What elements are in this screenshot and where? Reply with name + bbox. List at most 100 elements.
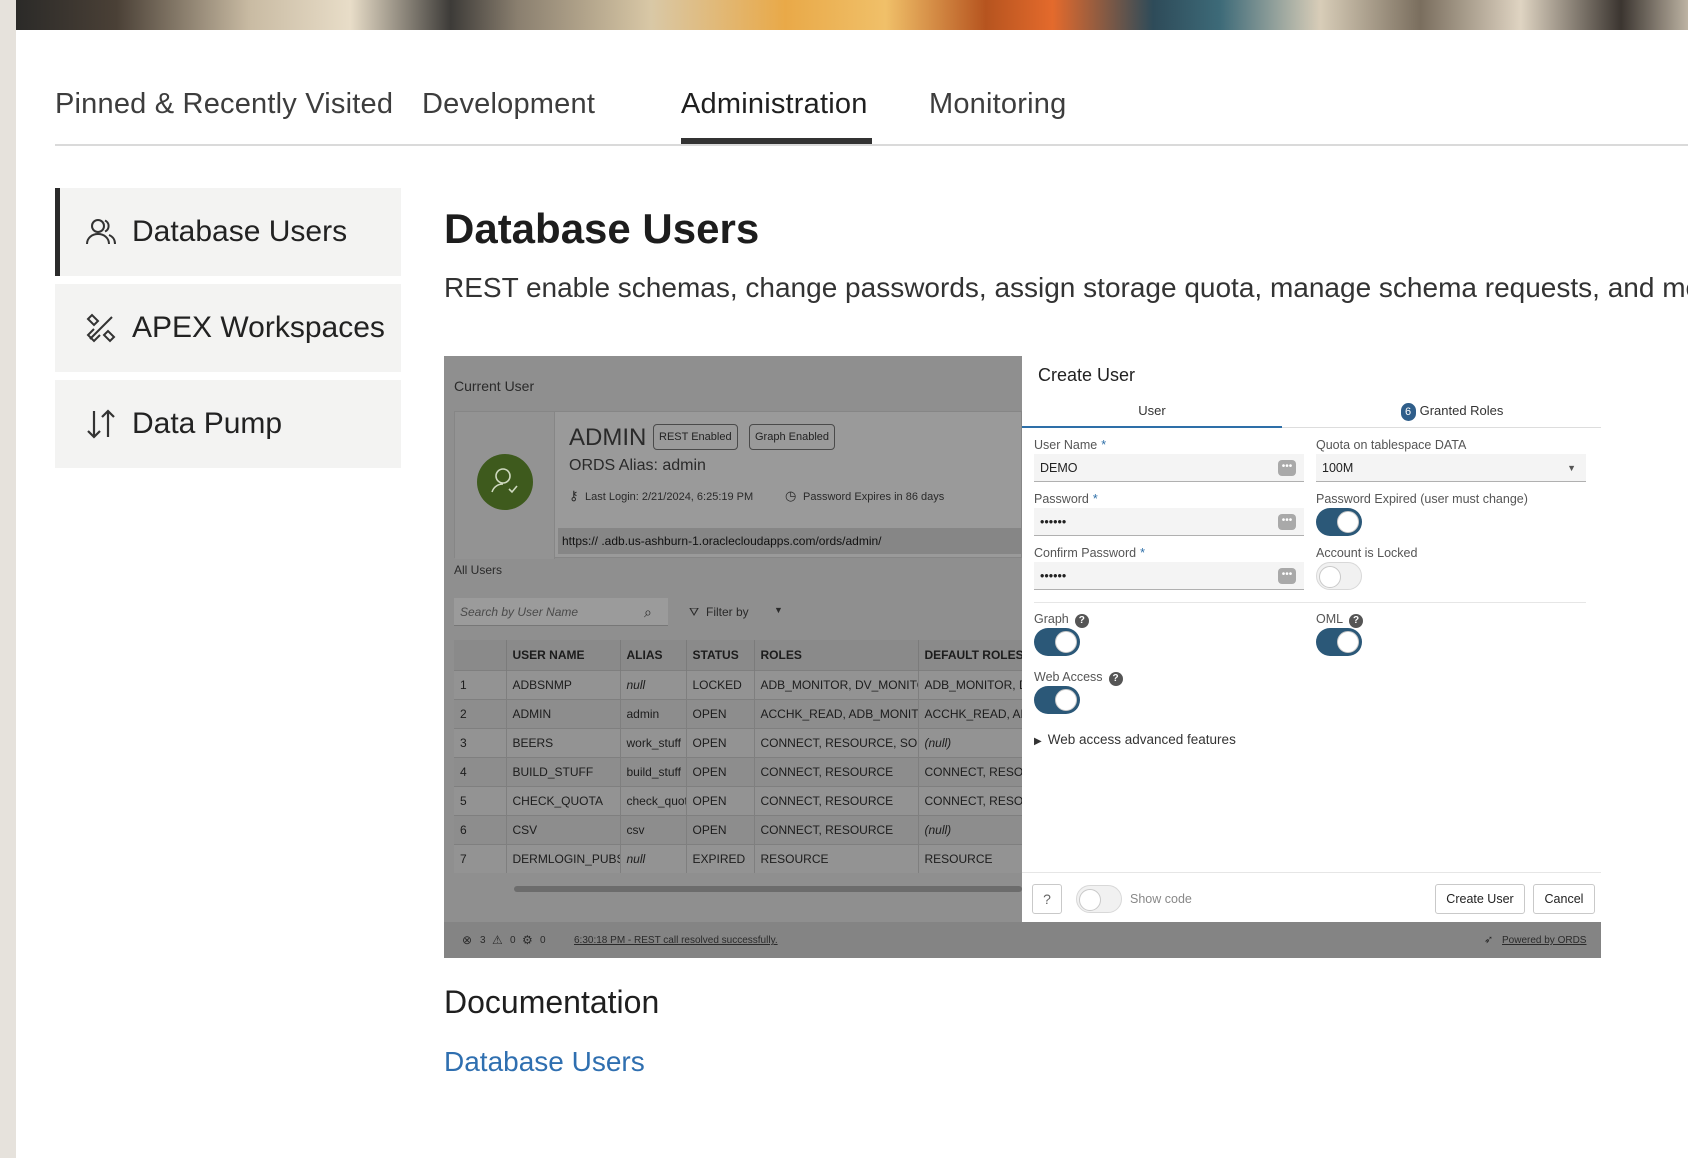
password-expired-toggle[interactable]: [1316, 508, 1362, 536]
user-url: https:// .adb.us-ashburn-1.oraclecloudap…: [558, 528, 1022, 554]
all-users-label: All Users: [454, 563, 503, 577]
help-icon: ?: [1074, 614, 1089, 628]
users-icon: [86, 219, 116, 245]
key-icon: ⚷: [569, 488, 579, 503]
sidebar-item-label: Data Pump: [132, 407, 283, 440]
users-table-body: 1 ADBSNMP null LOCKED ADB_MONITOR, DV_MONITO…: [454, 669, 1023, 873]
warning-count: 0: [510, 935, 516, 946]
help-icon: ?: [1349, 614, 1364, 628]
help-button[interactable]: ?: [1032, 884, 1062, 914]
tab-development[interactable]: Development: [422, 88, 595, 121]
dimmed-users-page: Current User ADMIN REST Enabled Graph En…: [444, 356, 1023, 922]
password-expired-label: Password Expired (user must change): [1316, 492, 1528, 506]
user-name-field[interactable]: DEMO •••: [1034, 454, 1304, 482]
table-cell: OPEN: [686, 785, 755, 815]
table-row: 1 ADBSNMP null LOCKED ADB_MONITOR, DV_MONITO…: [454, 669, 1023, 699]
table-cell: BEERS: [506, 727, 621, 757]
current-user-label: Current User: [454, 378, 535, 394]
graph-label: Graph?: [1034, 612, 1089, 628]
tab-pinned-recent[interactable]: Pinned & Recently Visited: [55, 88, 393, 121]
table-cell: CONNECT, RESOURCE, SODA_APP: [754, 727, 919, 757]
table-cell: 3: [454, 727, 507, 757]
create-user-button[interactable]: Create User: [1435, 884, 1525, 914]
top-tabs: Pinned & Recently Visited Development Ad…: [55, 60, 1688, 146]
table-cell: admin: [620, 698, 687, 728]
status-message: 6:30:18 PM - REST call resolved successf…: [574, 935, 778, 946]
oml-label: OML?: [1316, 612, 1364, 628]
tab-user-label: User: [1138, 403, 1166, 418]
table-cell: CONNECT, RESOURCE: [754, 785, 919, 815]
filter-by-label: Filter by: [706, 605, 749, 619]
more-icon[interactable]: •••: [1278, 514, 1296, 530]
show-code-toggle[interactable]: [1076, 885, 1122, 913]
graph-toggle[interactable]: [1034, 628, 1080, 656]
web-access-advanced-toggle[interactable]: ▶ Web access advanced features: [1034, 732, 1236, 747]
oml-toggle[interactable]: [1316, 628, 1362, 656]
error-icon: ⊗: [462, 933, 473, 947]
tab-monitoring[interactable]: Monitoring: [929, 88, 1066, 121]
documentation-link-database-users[interactable]: Database Users: [444, 1046, 645, 1078]
divider: [1034, 602, 1586, 603]
column-header: ROLES: [754, 640, 919, 670]
table-cell: ADMIN: [506, 698, 621, 728]
current-user-name: ADMIN: [569, 424, 647, 451]
table-cell: (null): [918, 727, 1023, 757]
user-icon: [491, 468, 518, 494]
more-icon[interactable]: •••: [1278, 568, 1296, 584]
tab-granted-roles-label: Granted Roles: [1419, 403, 1504, 418]
tools-icon: [86, 313, 116, 343]
last-login: Last Login: 2/21/2024, 6:25:19 PM: [585, 491, 754, 503]
tab-user[interactable]: User: [1022, 394, 1282, 428]
password-expiry: Password Expires in 86 days: [803, 491, 945, 503]
table-cell: ADB_MONITOR, DV_MONITOR: [754, 669, 919, 699]
web-access-toggle[interactable]: [1034, 686, 1080, 714]
table-row: 7 DERMLOGIN_PUBS null EXPIRED RESOURCE RESOUR…: [454, 843, 1023, 873]
warning-icon: ⚠: [492, 933, 503, 947]
table-cell: CHECK_QUOTA: [506, 785, 621, 815]
account-locked-label: Account is Locked: [1316, 546, 1418, 560]
more-icon[interactable]: •••: [1278, 460, 1296, 476]
confirm-password-field[interactable]: •••••• •••: [1034, 562, 1304, 590]
sidebar-item-label: Database Users: [132, 215, 348, 248]
table-cell: CONNECT, RESOURCE: [754, 756, 919, 786]
table-cell: check_quota: [620, 785, 687, 815]
search-icon: ⌕: [644, 604, 652, 620]
column-header: [454, 640, 507, 670]
tab-granted-roles[interactable]: 6 Granted Roles: [1322, 394, 1582, 428]
arrows-up-down-icon: [87, 409, 115, 439]
table-cell: OPEN: [686, 698, 755, 728]
page-description: REST enable schemas, change passwords, a…: [444, 272, 1688, 303]
chevron-down-icon: ▼: [1567, 463, 1576, 473]
table-row: 2ADMINadminOPENACCHK_READ, ADB_MONITORAC…: [454, 698, 1023, 728]
table-cell: 5: [454, 785, 507, 815]
cancel-button[interactable]: Cancel: [1533, 884, 1595, 914]
tab-administration[interactable]: Administration: [681, 88, 868, 121]
rocket-icon: ➶: [1484, 934, 1494, 946]
account-locked-toggle[interactable]: [1316, 562, 1362, 590]
column-header: STATUS: [686, 640, 755, 670]
sidebar-item-data-pump[interactable]: Data Pump: [55, 380, 401, 468]
web-access-label: Web Access?: [1034, 670, 1123, 686]
table-cell: CSV: [506, 814, 621, 844]
table-cell: ACCHK_READ, ADB_MONITOR: [754, 698, 919, 728]
table-cell: EXPIRED: [686, 843, 755, 873]
horizontal-scrollbar: [514, 886, 1022, 892]
user-name-label: User Name *: [1034, 438, 1107, 452]
table-cell: ACCHK_READ, ADB_MONITOR: [918, 698, 1023, 728]
users-table: USER NAME ALIAS STATUS ROLES DEFAULT ROL…: [454, 640, 1023, 873]
table-cell: build_stuff: [620, 756, 687, 786]
password-field[interactable]: •••••• •••: [1034, 508, 1304, 536]
quota-select[interactable]: 100M ▼: [1316, 454, 1586, 482]
gear-icon: ⚙: [522, 933, 533, 947]
sidebar-item-label: APEX Workspaces: [132, 311, 385, 344]
sidebar-item-database-users[interactable]: Database Users: [55, 188, 401, 276]
rest-enabled-badge: REST Enabled: [653, 424, 738, 450]
status-bar: ⊗ 3 ⚠ 0 ⚙ 0 6:30:18 PM - REST call resol…: [444, 922, 1601, 958]
roles-count-badge: 6: [1400, 403, 1416, 421]
table-cell: OPEN: [686, 756, 755, 786]
table-cell: 7: [454, 843, 507, 873]
error-count: 3: [480, 935, 486, 946]
triangle-right-icon: ▶: [1034, 736, 1042, 747]
sidebar-item-apex-workspaces[interactable]: APEX Workspaces: [55, 284, 401, 372]
table-cell: LOCKED: [686, 669, 755, 699]
